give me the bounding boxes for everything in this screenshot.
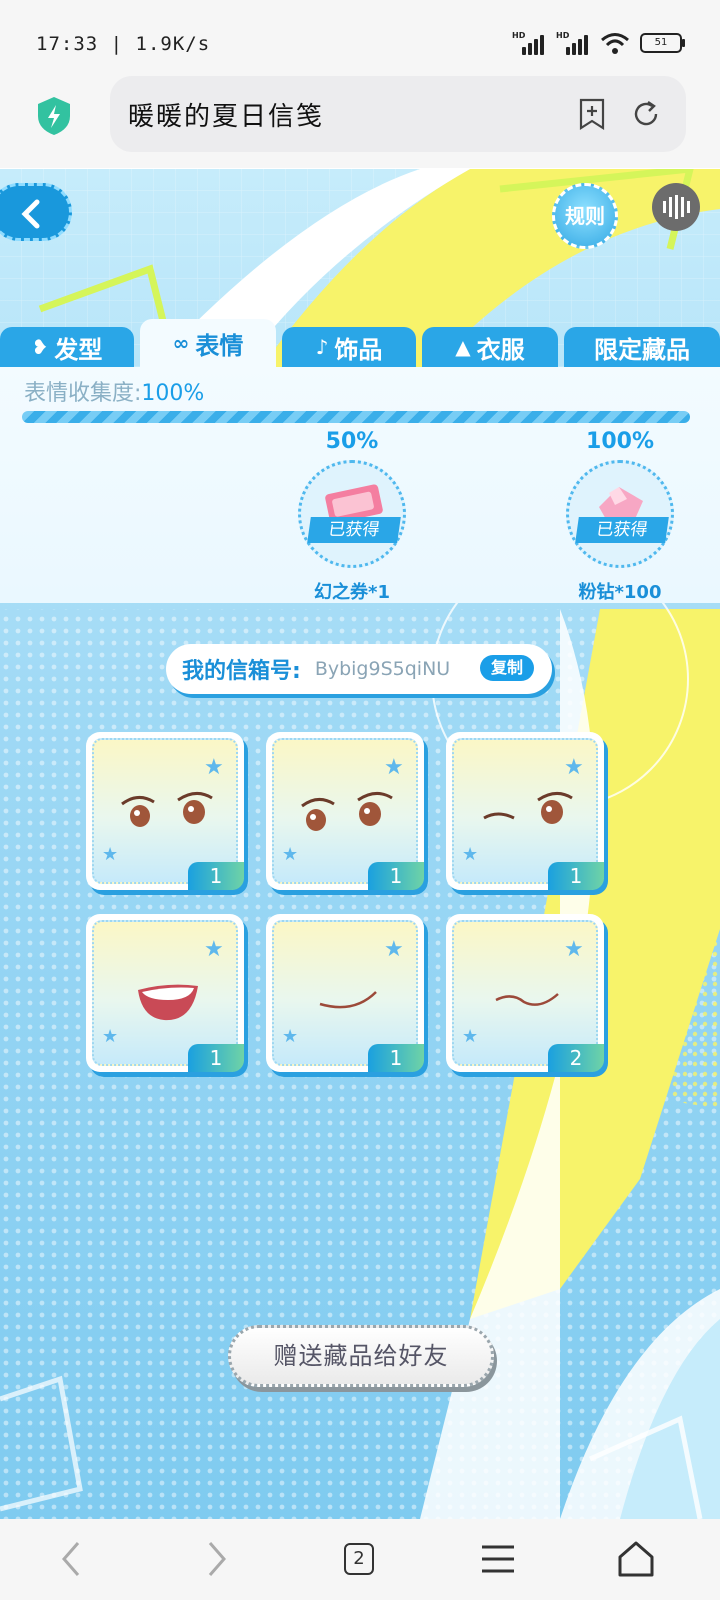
url-box[interactable]: 暖暖的夏日信笺: [110, 76, 686, 152]
item-card[interactable]: ★ ★ 1: [86, 914, 244, 1072]
tab-clothes[interactable]: ▲ 衣服: [422, 327, 558, 367]
status-icons: HD HD 51: [512, 30, 685, 56]
item-count: 1: [548, 862, 604, 890]
item-count: 2: [548, 1044, 604, 1072]
signal-icon-1: HD: [512, 31, 546, 55]
tab-label: 饰品: [334, 335, 383, 364]
tab-accessories[interactable]: ♪ 饰品: [282, 327, 416, 367]
gift-to-friend-button[interactable]: 赠送藏品给好友: [228, 1325, 494, 1387]
back-button[interactable]: [0, 183, 72, 241]
tab-expression[interactable]: ∞ 表情: [140, 319, 276, 367]
milestone-reward: 幻之券*1: [314, 582, 390, 603]
milestone-50[interactable]: 50% 已获得 幻之券*1: [292, 429, 412, 604]
item-count: 1: [188, 862, 244, 890]
item-card[interactable]: ★ ★ 1: [266, 732, 424, 890]
category-tabs: ❥ 发型 ∞ 表情 ♪ 饰品 ▲ 衣服 限定藏品: [0, 319, 720, 367]
svg-text:★: ★: [102, 1026, 118, 1047]
tabs-button[interactable]: 2: [338, 1537, 382, 1581]
ticket-icon: [325, 484, 383, 524]
mailbox-label: 我的信箱号:: [182, 659, 301, 684]
mask-icon: ∞: [172, 331, 190, 355]
collection-label: 表情收集度:: [24, 381, 142, 406]
hair-icon: ❥: [31, 335, 49, 359]
svg-text:★: ★: [204, 755, 224, 780]
collection-panel: 表情收集度:100% 50% 已获得 幻之券*1 100% 已获得 粉钻*100: [0, 367, 720, 603]
sound-button[interactable]: [652, 183, 700, 231]
clock: 17:33: [36, 33, 99, 55]
copy-button[interactable]: 复制: [480, 655, 534, 681]
milestone-percent: 50%: [325, 429, 379, 454]
svg-text:★: ★: [384, 755, 404, 780]
tab-count: 2: [344, 1543, 374, 1575]
svg-text:★: ★: [564, 937, 584, 962]
chevron-left-icon: [21, 199, 40, 229]
hd-label: HD: [512, 31, 526, 40]
shield-icon[interactable]: [36, 96, 72, 136]
address-bar: 暖暖的夏日信笺: [0, 72, 720, 168]
item-card[interactable]: ★ ★ 2: [446, 914, 604, 1072]
milestone-reward-icon: 已获得: [298, 460, 406, 568]
wifi-icon: [601, 33, 629, 54]
collection-progress-bar: [22, 411, 690, 423]
add-bookmark-icon[interactable]: [578, 98, 606, 130]
mailbox-value: Bybig9S5qiNU: [314, 658, 451, 680]
menu-icon[interactable]: [476, 1537, 520, 1581]
home-icon[interactable]: [614, 1537, 658, 1581]
refresh-icon[interactable]: [630, 98, 662, 130]
svg-text:★: ★: [462, 1026, 478, 1047]
milestone-percent: 100%: [586, 429, 654, 454]
svg-text:★: ★: [102, 844, 118, 865]
svg-text:★: ★: [384, 937, 404, 962]
tab-label: 表情: [195, 331, 244, 360]
svg-text:★: ★: [564, 755, 584, 780]
tab-label: 衣服: [476, 335, 525, 364]
item-count: 1: [188, 1044, 244, 1072]
claimed-badge: 已获得: [575, 517, 669, 543]
game-screen: 规则 ❥ 发型 ∞ 表情 ♪ 饰品 ▲ 衣服 限定藏品 表情收集度:100% 5…: [0, 169, 720, 1519]
page-title: 暖暖的夏日信笺: [128, 102, 325, 132]
svg-text:★: ★: [282, 844, 298, 865]
collection-percent: 100%: [141, 381, 205, 406]
status-time: 17:33 | 1.9K/s: [36, 33, 211, 55]
clothes-icon: ▲: [455, 335, 471, 359]
tab-hairstyle[interactable]: ❥ 发型: [0, 327, 134, 367]
battery-level: 51: [654, 37, 668, 48]
status-bar: 17:33 | 1.9K/s HD HD 51: [0, 0, 720, 82]
back-icon[interactable]: [50, 1537, 94, 1581]
signal-icon-2: HD: [556, 31, 590, 55]
tab-limited[interactable]: 限定藏品: [564, 327, 720, 367]
sound-wave-icon: [663, 195, 690, 219]
accessory-icon: ♪: [315, 335, 329, 359]
mailbox-id: 我的信箱号: Bybig9S5qiNU 复制: [166, 644, 552, 694]
forward-icon[interactable]: [194, 1537, 238, 1581]
pink-diamond-icon: [599, 487, 643, 521]
claimed-badge: 已获得: [307, 517, 401, 543]
tab-label: 限定藏品: [594, 335, 690, 364]
svg-text:★: ★: [282, 1026, 298, 1047]
item-card[interactable]: ★ ★ 1: [86, 732, 244, 890]
item-card[interactable]: ★ ★ 1: [266, 914, 424, 1072]
rules-button[interactable]: 规则: [552, 183, 618, 249]
svg-text:★: ★: [204, 937, 224, 962]
item-count: 1: [368, 862, 424, 890]
hd-label: HD: [556, 31, 570, 40]
network-speed: 1.9K/s: [135, 33, 211, 55]
collection-title: 表情收集度:100%: [24, 375, 204, 407]
milestone-reward: 粉钻*100: [578, 582, 662, 603]
milestone-reward-icon: 已获得: [566, 460, 674, 568]
milestone-100[interactable]: 100% 已获得 粉钻*100: [560, 429, 680, 604]
svg-text:★: ★: [462, 844, 478, 865]
item-card[interactable]: ★ ★ 1: [446, 732, 604, 890]
browser-nav-bar: 2: [0, 1519, 720, 1600]
item-count: 1: [368, 1044, 424, 1072]
battery-icon: 51: [640, 33, 685, 53]
tab-label: 发型: [54, 335, 103, 364]
